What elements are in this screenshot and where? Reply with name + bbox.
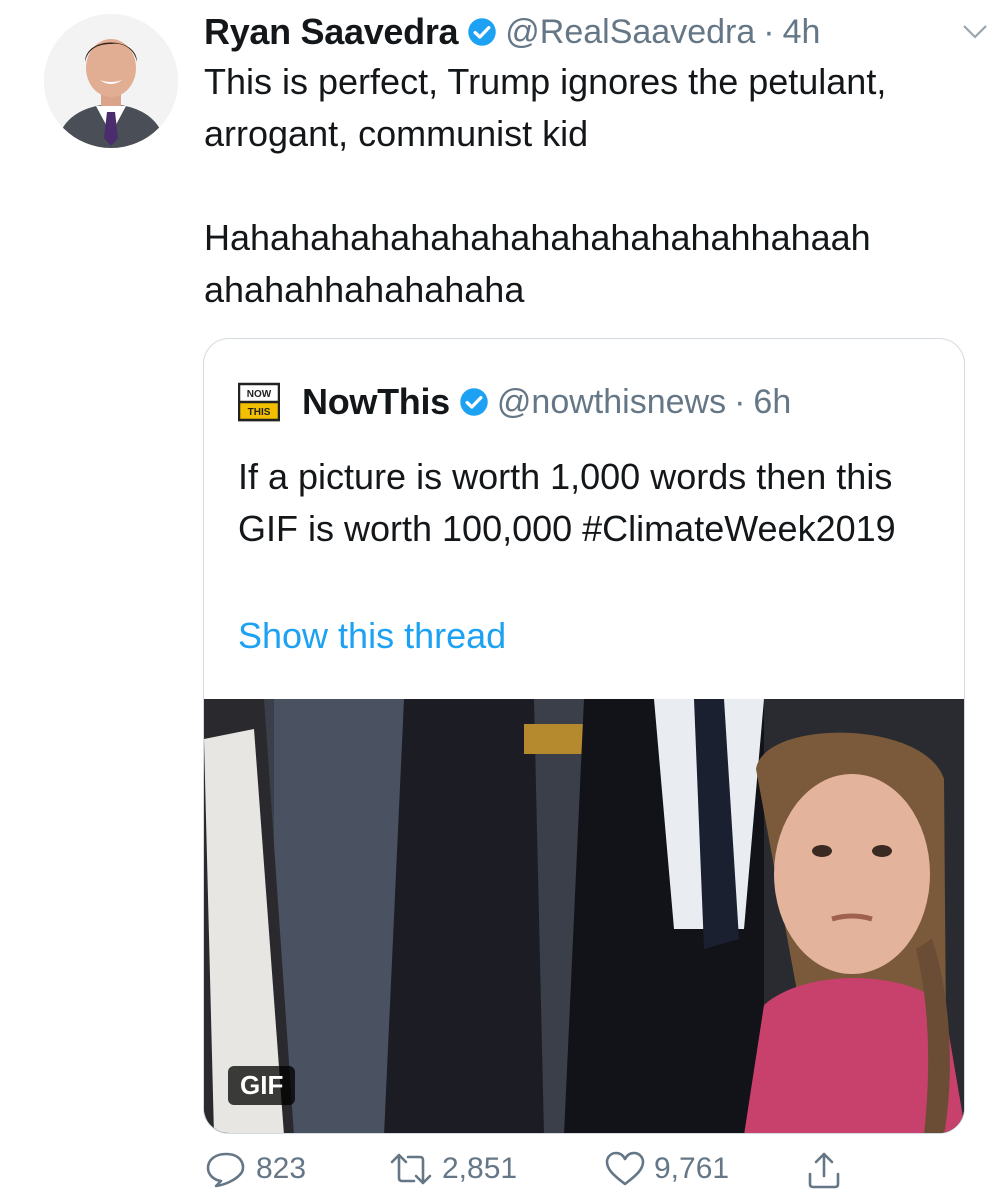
avatar-image [44, 14, 178, 148]
like-count: 9,761 [654, 1152, 730, 1185]
retweet-count: 2,851 [442, 1152, 518, 1185]
chevron-down-icon[interactable] [962, 22, 988, 42]
tweet-timestamp[interactable]: 4h [783, 13, 821, 52]
quoted-handle[interactable]: @nowthisnews [497, 383, 726, 422]
separator-dot: · [734, 382, 746, 421]
quoted-display-name[interactable]: NowThis [302, 381, 450, 423]
tweet-actions: 823 2,851 9,761 [204, 1150, 964, 1200]
quoted-tweet-text: If a picture is worth 1,000 words then t… [238, 456, 896, 549]
quoted-tweet[interactable]: NOW THIS NowThis @nowthisnews · 6h If a … [203, 338, 965, 1134]
quoted-timestamp[interactable]: 6h [753, 383, 791, 422]
show-thread-link[interactable]: Show this thread [238, 615, 506, 657]
separator-dot: · [763, 12, 775, 51]
retweet-button[interactable]: 2,851 [388, 1150, 517, 1188]
retweet-icon [390, 1153, 432, 1185]
quoted-tweet-header: NOW THIS NowThis @nowthisnews · 6h [238, 381, 791, 423]
share-button[interactable] [804, 1150, 844, 1190]
verified-badge-icon [459, 387, 489, 417]
verified-badge-icon [467, 17, 497, 47]
tweet-text: This is perfect, Trump ignores the petul… [204, 56, 994, 316]
logo-text-this: THIS [248, 407, 271, 418]
profile-avatar[interactable] [44, 14, 178, 148]
gif-badge: GIF [228, 1066, 296, 1105]
gif-media[interactable]: GIF [204, 699, 964, 1133]
reply-icon [206, 1152, 245, 1188]
logo-text-now: NOW [247, 389, 272, 400]
author-display-name[interactable]: Ryan Saavedra [204, 11, 459, 53]
nowthis-logo-icon: NOW THIS [238, 381, 280, 423]
reply-button[interactable]: 823 [204, 1150, 306, 1188]
heart-icon [605, 1151, 645, 1186]
like-button[interactable]: 9,761 [604, 1150, 729, 1188]
share-icon [808, 1152, 840, 1189]
tweet-text-line-2: Hahahahahahahahahahahahahahhahaah ahahah… [204, 217, 871, 310]
tweet-header: Ryan Saavedra @RealSaavedra · 4h [204, 8, 994, 56]
reply-count: 823 [256, 1152, 307, 1185]
gif-frame-image [204, 699, 964, 1133]
author-handle[interactable]: @RealSaavedra [505, 13, 755, 52]
tweet-text-line-1: This is perfect, Trump ignores the petul… [204, 61, 887, 154]
